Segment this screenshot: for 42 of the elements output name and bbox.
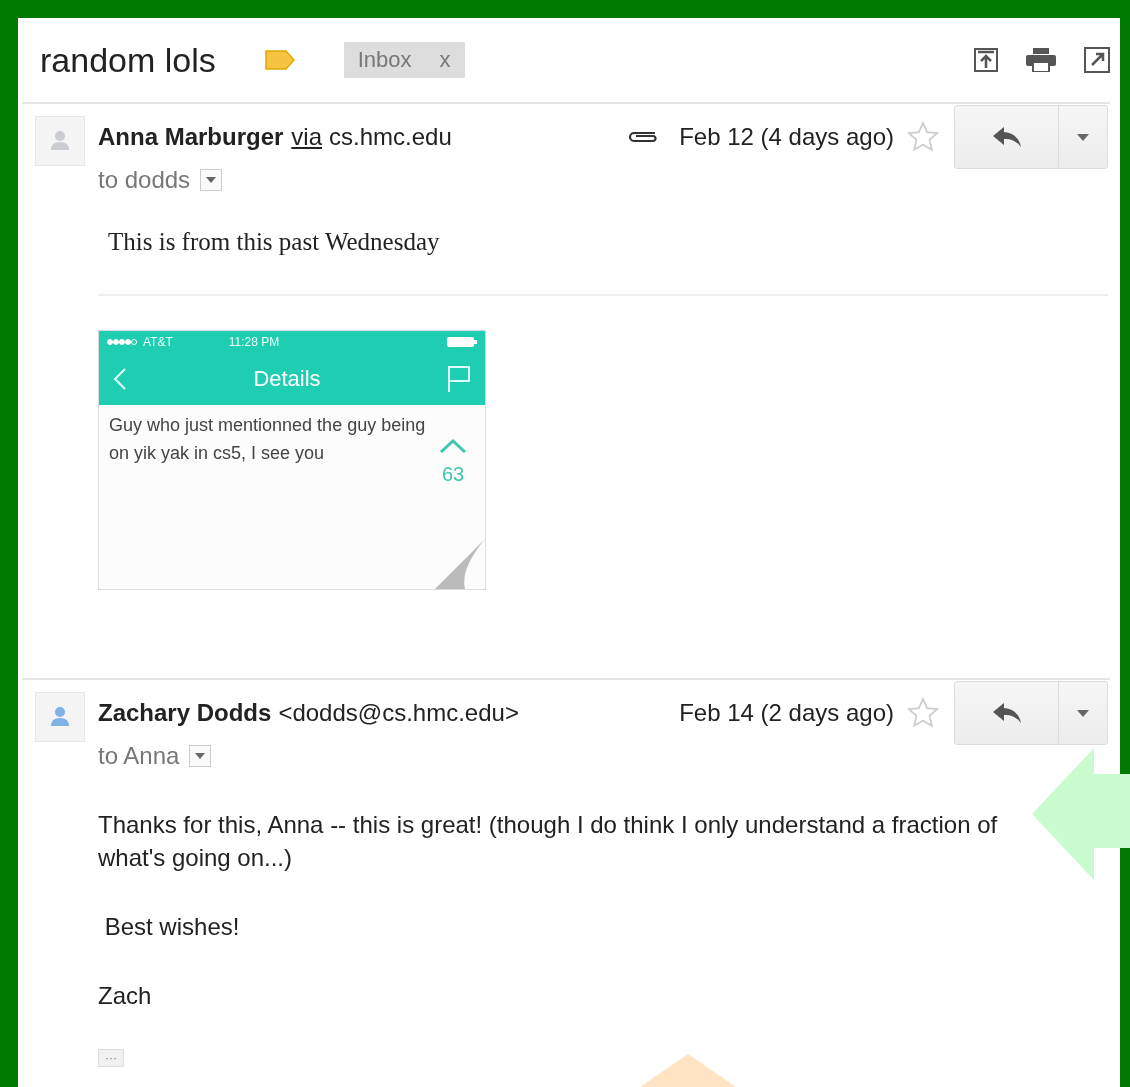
sender-address: <dodds@cs.hmc.edu> bbox=[278, 699, 519, 727]
star-icon[interactable] bbox=[906, 696, 940, 730]
sender-address: cs.hmc.edu bbox=[329, 123, 452, 151]
recipient-text: to Anna bbox=[98, 742, 180, 770]
thread-subject: random lols bbox=[40, 40, 216, 80]
message-text: Thanks for this, Anna -- this is great! (though I do think I only understand a fraction of what's going on...) bbox=[98, 810, 999, 873]
caret-icon bbox=[195, 753, 206, 759]
details-dropdown[interactable] bbox=[200, 169, 223, 191]
sender-name: Zachary Dodds bbox=[98, 699, 272, 727]
reply-icon bbox=[991, 702, 1022, 724]
clock-text: 11:28 PM bbox=[228, 335, 280, 349]
recipient-text: to dodds bbox=[98, 166, 191, 194]
message-text: This is from this past Wednesday bbox=[107, 227, 441, 256]
message-date: Feb 14 (2 days ago) bbox=[679, 699, 894, 727]
sender-name: Anna Marburger bbox=[98, 123, 284, 151]
box-arrow-up-icon[interactable] bbox=[974, 48, 998, 72]
label-tag-icon[interactable] bbox=[263, 49, 296, 71]
star-icon[interactable] bbox=[906, 120, 940, 154]
message-text: Best wishes! bbox=[103, 912, 241, 942]
signal-icon bbox=[107, 339, 137, 345]
via-link[interactable]: via bbox=[291, 123, 323, 151]
details-dropdown[interactable] bbox=[189, 745, 212, 767]
show-trimmed-button[interactable]: ··· bbox=[98, 1049, 124, 1067]
remove-label-button[interactable]: x bbox=[439, 47, 451, 73]
screen-title: Details bbox=[252, 366, 322, 392]
flag-icon[interactable] bbox=[447, 365, 471, 393]
carrier-text: AT&T bbox=[143, 335, 173, 349]
reply-icon bbox=[991, 126, 1022, 148]
new-window-icon[interactable] bbox=[1084, 47, 1110, 73]
caret-icon bbox=[1077, 133, 1089, 141]
message-text: Zach bbox=[98, 981, 153, 1011]
back-icon[interactable] bbox=[113, 367, 127, 391]
attachment-thumbnail[interactable]: AT&T 11:28 PM Details Guy who just mentionned the guy being on yik yak in cs5, I see you 63 bbox=[98, 330, 486, 590]
print-icon[interactable] bbox=[1026, 48, 1056, 72]
upvote-icon[interactable] bbox=[439, 439, 467, 453]
label-name[interactable]: Inbox bbox=[357, 47, 412, 73]
caret-icon bbox=[206, 177, 217, 183]
battery-icon bbox=[447, 337, 477, 347]
message-date: Feb 12 (4 days ago) bbox=[679, 123, 894, 151]
caret-icon bbox=[1077, 709, 1089, 717]
post-text: Guy who just mentionned the guy being on yik yak in cs5, I see you bbox=[109, 414, 427, 465]
vote-count: 63 bbox=[441, 463, 465, 486]
